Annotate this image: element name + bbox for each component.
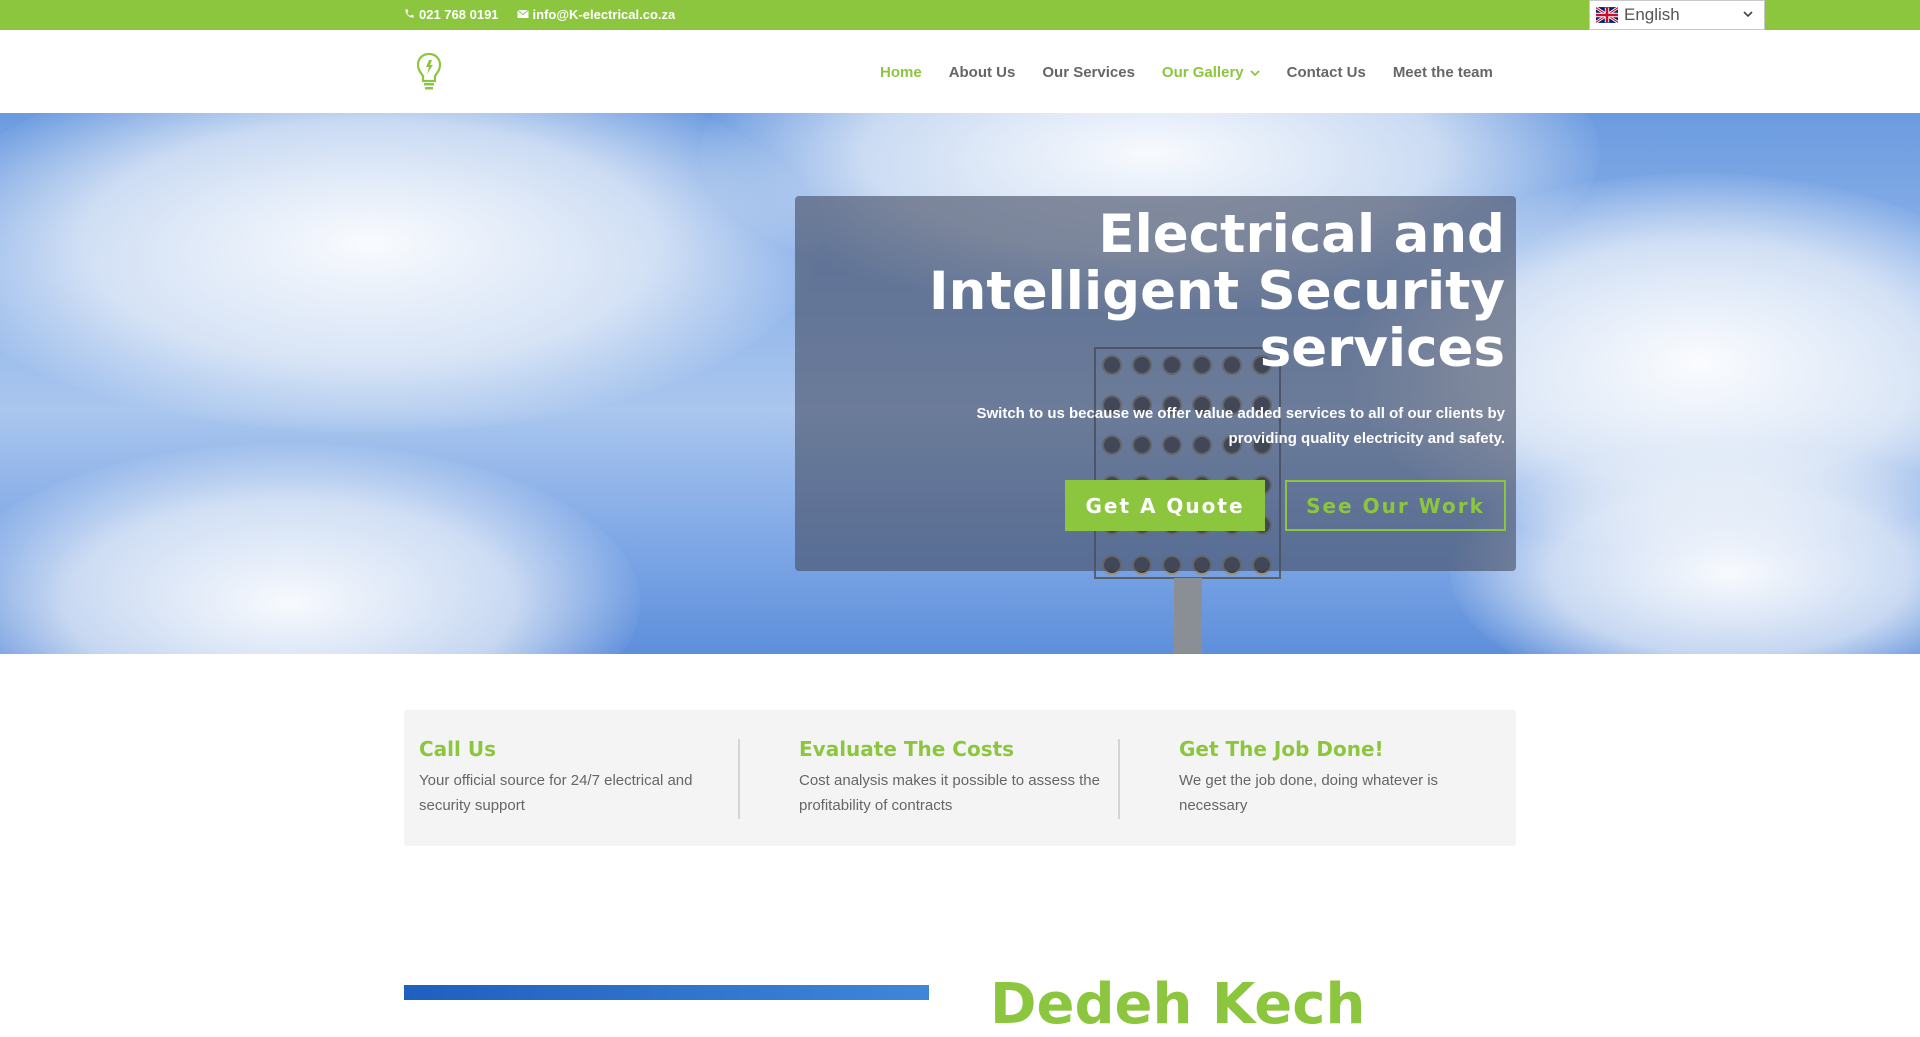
feature-text: Your official source for 24/7 electrical… <box>419 772 693 814</box>
language-label: English <box>1624 5 1680 24</box>
feature-heading: Call Us <box>419 737 496 761</box>
feature-strip: Call Us Your official source for 24/7 el… <box>404 710 1516 846</box>
hero-panel: Electrical and Intelligent Security serv… <box>795 196 1516 571</box>
phone-number: 021 768 0191 <box>419 7 499 22</box>
uk-flag-icon <box>1596 7 1618 23</box>
hero-section: Electrical and Intelligent Security serv… <box>0 113 1920 654</box>
feature-text: We get the job done, doing whatever is n… <box>1179 772 1439 814</box>
site-header: Home About Us Our Services Our Gallery C… <box>0 30 1920 113</box>
section-title: Dedeh Kech <box>990 972 1366 1037</box>
nav-item-gallery[interactable]: Our Gallery <box>1162 64 1260 81</box>
email-link[interactable]: info@K-electrical.co.za <box>516 7 676 22</box>
nav-item-home[interactable]: Home <box>880 64 922 81</box>
feature-heading: Evaluate The Costs <box>799 737 1015 761</box>
hero-title: Electrical and Intelligent Security serv… <box>928 204 1505 379</box>
hero-cloud <box>0 113 820 433</box>
hero-subtitle: Switch to us because we offer value adde… <box>976 405 1506 447</box>
lightbulb-logo-icon[interactable] <box>416 52 442 92</box>
chevron-down-icon <box>1249 68 1260 80</box>
feature-call-us: Call Us Your official source for 24/7 el… <box>419 736 729 818</box>
main-nav: Home About Us Our Services Our Gallery C… <box>880 64 1520 81</box>
feature-divider <box>1118 739 1120 819</box>
nav-item-services[interactable]: Our Services <box>1042 64 1135 81</box>
phone-icon <box>404 7 415 22</box>
nav-item-about[interactable]: About Us <box>949 64 1016 81</box>
top-bar: 021 768 0191 info@K-electrical.co.za Eng… <box>0 0 1920 30</box>
hero-cloud <box>0 443 640 654</box>
email-address: info@K-electrical.co.za <box>532 7 676 22</box>
feature-evaluate-costs: Evaluate The Costs Cost analysis makes i… <box>799 736 1109 818</box>
top-contact: 021 768 0191 info@K-electrical.co.za <box>404 7 675 22</box>
nav-item-contact[interactable]: Contact Us <box>1287 64 1366 81</box>
see-our-work-button[interactable]: See Our Work <box>1285 480 1506 531</box>
feature-text: Cost analysis makes it possible to asses… <box>799 772 1100 814</box>
language-selector[interactable]: English <box>1589 0 1765 30</box>
section-image <box>404 985 929 1000</box>
feature-divider <box>738 739 740 819</box>
chevron-down-icon <box>1742 7 1754 23</box>
nav-item-team[interactable]: Meet the team <box>1393 64 1493 81</box>
feature-heading: Get The Job Done! <box>1179 737 1384 761</box>
feature-get-job-done: Get The Job Done! We get the job done, d… <box>1179 736 1489 818</box>
phone-link[interactable]: 021 768 0191 <box>404 7 499 22</box>
envelope-icon <box>516 7 529 22</box>
nav-item-gallery-label: Our Gallery <box>1161 64 1244 81</box>
get-quote-button[interactable]: Get A Quote <box>1065 480 1265 531</box>
